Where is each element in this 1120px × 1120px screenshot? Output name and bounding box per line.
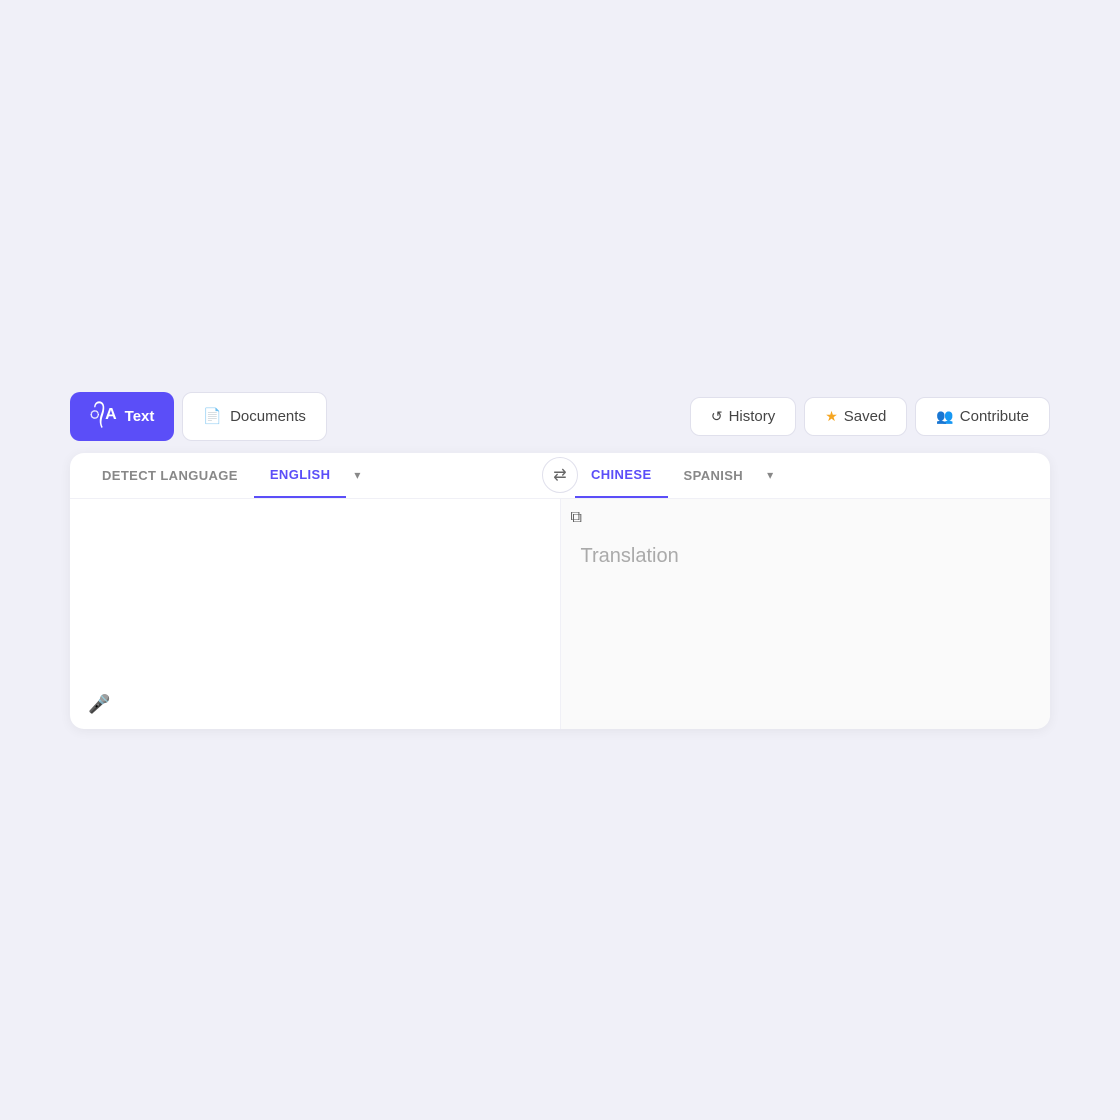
contribute-button[interactable]: 👥 Contribute xyxy=(915,397,1050,436)
translation-card: DETECT LANGUAGE ENGLISH ▾ ⇄ CHINESE SPAN… xyxy=(70,453,1050,729)
top-nav: ᭄A Text 📄 Documents ↺ History ★ Saved 👥 … xyxy=(70,392,1050,441)
target-text-area: ⧉ Translation xyxy=(561,499,1051,729)
people-icon: 👥 xyxy=(936,408,953,425)
documents-tab-button[interactable]: 📄 Documents xyxy=(182,392,327,441)
source-text-input[interactable] xyxy=(90,515,540,713)
detect-language-option[interactable]: DETECT LANGUAGE xyxy=(86,454,254,497)
source-lang-chevron-icon[interactable]: ▾ xyxy=(346,454,368,496)
history-icon: ↺ xyxy=(711,408,723,425)
document-icon: 📄 xyxy=(203,407,222,425)
saved-label: Saved xyxy=(844,408,887,425)
star-icon: ★ xyxy=(825,408,838,425)
nav-left: ᭄A Text 📄 Documents xyxy=(70,392,327,441)
translation-placeholder-text: Translation xyxy=(581,545,1031,568)
microphone-button[interactable]: 🎤 xyxy=(88,694,110,715)
target-lang-selector: CHINESE SPANISH ▾ xyxy=(545,453,1034,498)
text-tab-button[interactable]: ᭄A Text xyxy=(70,392,174,441)
spanish-language-option[interactable]: SPANISH xyxy=(668,454,760,497)
copy-icon: ⧉ xyxy=(571,509,582,526)
translate-icon: ᭄A xyxy=(90,402,117,431)
target-lang-chevron-icon[interactable]: ▾ xyxy=(759,454,781,496)
swap-languages-button[interactable]: ⇄ xyxy=(542,457,578,493)
language-selector-row: DETECT LANGUAGE ENGLISH ▾ ⇄ CHINESE SPAN… xyxy=(70,453,1050,499)
text-areas-row: 🎤 ⧉ Translation xyxy=(70,499,1050,729)
nav-right: ↺ History ★ Saved 👥 Contribute xyxy=(690,397,1050,436)
swap-icon: ⇄ xyxy=(553,465,566,485)
contribute-label: Contribute xyxy=(960,408,1029,425)
chinese-language-option[interactable]: CHINESE xyxy=(575,453,668,498)
source-lang-selector: DETECT LANGUAGE ENGLISH ▾ xyxy=(86,453,545,498)
english-language-option[interactable]: ENGLISH xyxy=(254,453,347,498)
microphone-icon: 🎤 xyxy=(88,694,110,714)
source-text-area: 🎤 xyxy=(70,499,561,729)
app-container: ᭄A Text 📄 Documents ↺ History ★ Saved 👥 … xyxy=(70,392,1050,729)
history-button[interactable]: ↺ History xyxy=(690,397,796,436)
history-label: History xyxy=(729,408,776,425)
saved-button[interactable]: ★ Saved xyxy=(804,397,907,436)
text-tab-label: Text xyxy=(125,408,155,425)
copy-translation-button[interactable]: ⧉ xyxy=(571,509,582,527)
documents-tab-label: Documents xyxy=(230,408,306,425)
